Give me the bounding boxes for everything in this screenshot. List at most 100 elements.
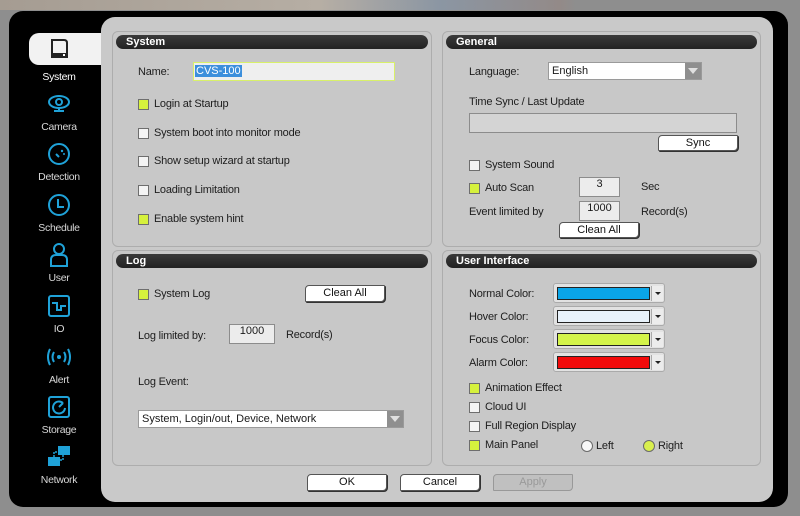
color-swatch	[557, 356, 650, 369]
sidebar-item-label: Storage	[41, 424, 77, 436]
login-at-startup-checkbox[interactable]	[138, 99, 149, 110]
sidebar-item-user[interactable]: User	[9, 240, 109, 290]
name-label: Name:	[138, 66, 170, 78]
panel-title: User Interface	[446, 254, 757, 268]
sidebar-item-schedule[interactable]: Schedule	[9, 190, 109, 240]
ok-button[interactable]: OK	[307, 474, 387, 491]
main-panel-checkbox[interactable]	[469, 440, 480, 451]
time-sync-field	[469, 113, 737, 133]
alert-icon	[47, 348, 71, 366]
system-icon	[51, 39, 68, 58]
monitor-mode-label: System boot into monitor mode	[154, 127, 301, 139]
main-panel-left-label: Left	[596, 440, 614, 452]
main-panel-right-radio[interactable]	[643, 440, 655, 452]
sidebar-item-alert[interactable]: Alert	[9, 342, 109, 392]
user-interface-panel: User Interface Normal Color: Hover Color…	[442, 250, 761, 466]
main-panel-label: Main Panel	[485, 439, 539, 451]
auto-scan-input[interactable]: 3	[579, 177, 620, 197]
full-region-checkbox[interactable]	[469, 421, 480, 432]
event-limit-unit: Record(s)	[641, 206, 688, 218]
language-label: Language:	[469, 66, 520, 78]
sidebar-item-label: Camera	[41, 121, 77, 133]
log-limit-label: Log limited by:	[138, 330, 206, 342]
system-hint-label: Enable system hint	[154, 213, 244, 225]
general-clean-all-button[interactable]: Clean All	[559, 222, 639, 238]
color-swatch	[557, 310, 650, 323]
loading-limitation-label: Loading Limitation	[154, 184, 240, 196]
setup-wizard-label: Show setup wizard at startup	[154, 155, 290, 167]
sidebar-item-label: Schedule	[38, 222, 80, 234]
detection-icon	[48, 143, 70, 165]
camera-icon	[48, 95, 70, 112]
loading-limitation-checkbox[interactable]	[138, 185, 149, 196]
color-swatch	[557, 333, 650, 346]
user-icon	[50, 243, 68, 267]
log-clean-all-button[interactable]: Clean All	[305, 285, 385, 302]
chevron-down-icon	[651, 355, 663, 370]
system-panel: System Name: CVS-100 Login at Startup Sy…	[112, 31, 432, 247]
log-limit-input[interactable]: 1000	[229, 324, 275, 344]
sidebar-nav: System Camera Detection Schedule User IO…	[9, 11, 119, 507]
log-event-dropdown[interactable]: System, Login/out, Device, Network	[138, 410, 404, 428]
sync-button[interactable]: Sync	[658, 135, 738, 151]
log-event-label: Log Event:	[138, 376, 189, 388]
sidebar-item-system[interactable]: System	[9, 33, 119, 87]
auto-scan-label: Auto Scan	[485, 182, 534, 194]
sidebar-item-io[interactable]: IO	[9, 291, 109, 341]
chevron-down-icon	[651, 286, 663, 301]
panel-title: General	[446, 35, 757, 49]
cancel-button[interactable]: Cancel	[400, 474, 480, 491]
hover-color-label: Hover Color:	[469, 311, 529, 323]
auto-scan-unit: Sec	[641, 181, 660, 193]
hover-color-picker[interactable]	[553, 306, 665, 326]
main-panel-right-label: Right	[658, 440, 683, 452]
log-panel: Log System Log Clean All Log limited by:…	[112, 250, 432, 466]
alarm-color-picker[interactable]	[553, 352, 665, 372]
animation-effect-checkbox[interactable]	[469, 383, 480, 394]
io-icon	[48, 295, 70, 317]
general-panel: General Language: English Time Sync / La…	[442, 31, 761, 247]
auto-scan-checkbox[interactable]	[469, 183, 480, 194]
focus-color-label: Focus Color:	[469, 334, 529, 346]
animation-effect-label: Animation Effect	[485, 382, 562, 394]
sidebar-item-camera[interactable]: Camera	[9, 89, 109, 139]
system-log-label: System Log	[154, 288, 211, 300]
chevron-down-icon	[387, 411, 403, 427]
alarm-color-label: Alarm Color:	[469, 357, 528, 369]
language-dropdown[interactable]: English	[548, 62, 702, 80]
sidebar-item-storage[interactable]: Storage	[9, 392, 109, 442]
normal-color-picker[interactable]	[553, 283, 665, 303]
chevron-down-icon	[685, 63, 701, 79]
login-at-startup-label: Login at Startup	[154, 98, 229, 110]
background-wallpaper	[0, 0, 800, 10]
settings-content: System Name: CVS-100 Login at Startup Sy…	[101, 17, 773, 502]
sidebar-item-label: Detection	[38, 171, 80, 183]
main-panel-left-radio[interactable]	[581, 440, 593, 452]
cloud-ui-label: Cloud UI	[485, 401, 527, 413]
apply-button[interactable]: Apply	[493, 474, 573, 491]
panel-title: Log	[116, 254, 428, 268]
name-input[interactable]: CVS-100	[193, 62, 395, 81]
system-sound-label: System Sound	[485, 159, 555, 171]
event-limit-label: Event limited by	[469, 206, 544, 218]
system-sound-checkbox[interactable]	[469, 160, 480, 171]
chevron-down-icon	[651, 332, 663, 347]
focus-color-picker[interactable]	[553, 329, 665, 349]
cloud-ui-checkbox[interactable]	[469, 402, 480, 413]
monitor-mode-checkbox[interactable]	[138, 128, 149, 139]
clock-icon	[48, 194, 70, 216]
system-hint-checkbox[interactable]	[138, 214, 149, 225]
panel-title: System	[116, 35, 428, 49]
full-region-label: Full Region Display	[485, 420, 576, 432]
sidebar-item-network[interactable]: Network	[9, 442, 109, 492]
sidebar-item-label: Alert	[48, 374, 70, 386]
time-sync-label: Time Sync / Last Update	[469, 96, 585, 108]
network-icon	[48, 446, 70, 466]
event-limit-input[interactable]: 1000	[579, 201, 620, 221]
log-event-value: System, Login/out, Device, Network	[142, 413, 317, 425]
log-limit-unit: Record(s)	[286, 329, 333, 341]
name-input-value: CVS-100	[195, 65, 242, 77]
setup-wizard-checkbox[interactable]	[138, 156, 149, 167]
sidebar-item-detection[interactable]: Detection	[9, 139, 109, 189]
system-log-checkbox[interactable]	[138, 289, 149, 300]
